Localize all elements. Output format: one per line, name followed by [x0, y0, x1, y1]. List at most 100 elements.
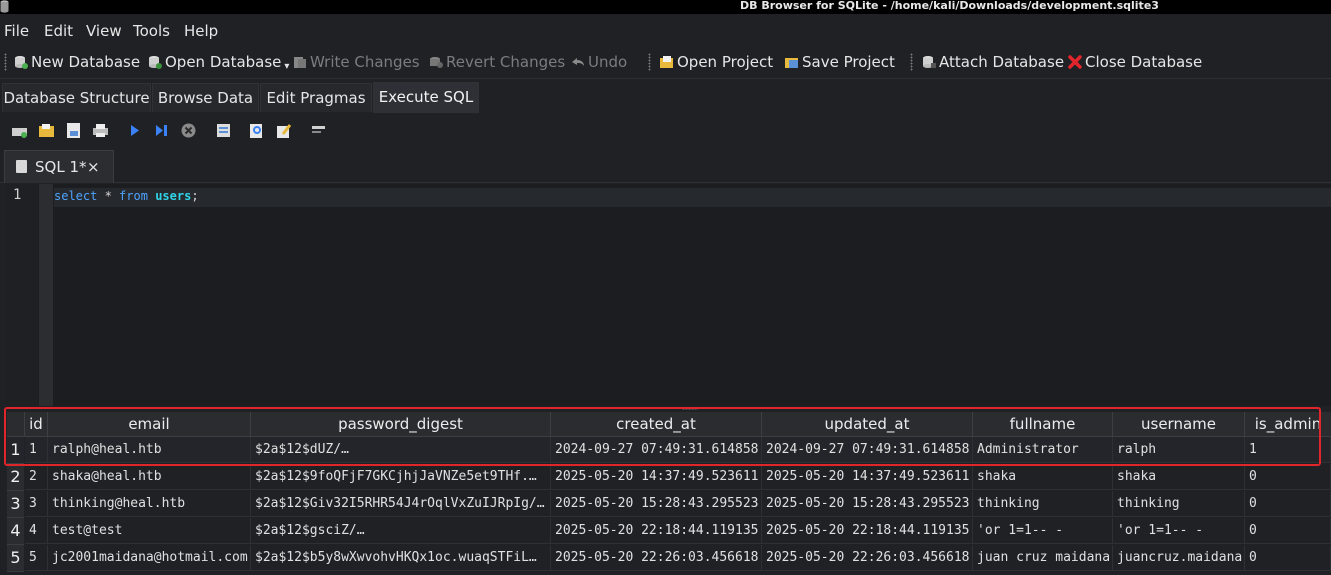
cell-updated-at[interactable]: 2025-05-20 22:18:44.119135: [762, 518, 973, 544]
comment-lines-icon[interactable]: [310, 122, 327, 139]
cell-fullname[interactable]: juan cruz maidana: [973, 545, 1113, 571]
main-toolbar: New Database Open Database ▾ Write Chang…: [0, 46, 1331, 79]
cell-created-at[interactable]: 2025-05-20 14:37:49.523611: [551, 464, 762, 490]
open-database-icon: [149, 56, 162, 69]
write-changes-button[interactable]: Write Changes: [292, 51, 420, 73]
save-results-view-icon[interactable]: [215, 122, 232, 139]
cell-password-digest[interactable]: $2a$12$dUZ/…: [251, 437, 551, 463]
cell-username[interactable]: ralph: [1113, 437, 1245, 463]
cell-email[interactable]: jc2001maidana@hotmail.com: [48, 545, 251, 571]
menu-tools[interactable]: Tools: [133, 22, 170, 40]
cell-id[interactable]: 3: [25, 491, 48, 517]
cell-username[interactable]: 'or 1=1-- -: [1113, 518, 1245, 544]
execute-current-line-icon[interactable]: [153, 122, 170, 139]
cell-is-admin[interactable]: 0: [1245, 491, 1331, 517]
database-app-icon: [0, 0, 9, 13]
cell-email[interactable]: test@test: [48, 518, 251, 544]
row-number-header[interactable]: 5: [7, 545, 24, 572]
cell-updated-at[interactable]: 2025-05-20 22:26:03.456618: [762, 545, 973, 571]
stop-execution-icon[interactable]: [180, 122, 197, 139]
tab-execute-sql[interactable]: Execute SQL: [373, 82, 479, 113]
tab-sql-1[interactable]: SQL 1* ×: [4, 150, 114, 183]
close-database-button[interactable]: Close Database: [1067, 51, 1202, 73]
row-number-header[interactable]: 4: [7, 518, 24, 545]
menu-view[interactable]: View: [86, 22, 122, 40]
save-sql-file-icon[interactable]: [65, 122, 82, 139]
cell-password-digest[interactable]: $2a$12$b5y8wXwvohvHKQx1oc.wuaqSTFiL…: [251, 545, 551, 571]
cell-is-admin[interactable]: 0: [1245, 545, 1331, 571]
chevron-down-icon[interactable]: ▾: [284, 61, 289, 72]
open-database-button[interactable]: Open Database ▾: [147, 51, 289, 73]
row-number-header[interactable]: 2: [7, 464, 24, 491]
cell-is-admin[interactable]: 1: [1245, 437, 1331, 463]
results-grid[interactable]: id email password_digest created_at upda…: [0, 412, 1331, 575]
cell-updated-at[interactable]: 2025-05-20 15:28:43.295523: [762, 491, 973, 517]
find-replace-icon[interactable]: [275, 122, 292, 139]
column-header-created-at[interactable]: created_at: [551, 412, 762, 437]
column-header-username[interactable]: username: [1113, 412, 1245, 437]
cell-is-admin[interactable]: 0: [1245, 464, 1331, 490]
cell-email[interactable]: shaka@heal.htb: [48, 464, 251, 490]
cell-fullname[interactable]: Administrator: [973, 437, 1113, 463]
save-project-button[interactable]: Save Project: [784, 51, 895, 73]
cell-updated-at[interactable]: 2024-09-27 07:49:31.614858: [762, 437, 973, 463]
splitter-handle[interactable]: [682, 408, 698, 410]
open-project-button[interactable]: Open Project: [659, 51, 773, 73]
open-tab-icon[interactable]: [11, 122, 28, 139]
open-database-label: Open Database: [165, 53, 282, 71]
cell-password-digest[interactable]: $2a$12$gsciZ/…: [251, 518, 551, 544]
cell-username[interactable]: thinking: [1113, 491, 1245, 517]
revert-changes-button[interactable]: Revert Changes: [428, 51, 565, 73]
cell-fullname[interactable]: shaka: [973, 464, 1113, 490]
row-number-header[interactable]: 3: [7, 491, 24, 518]
cell-password-digest[interactable]: $2a$12$Giv32I5RHR54J4rOqlVxZuIJRpIg/…: [251, 491, 551, 517]
cell-username[interactable]: juancruz.maidana: [1113, 545, 1245, 571]
cell-fullname[interactable]: thinking: [973, 491, 1113, 517]
execute-all-icon[interactable]: [126, 122, 143, 139]
undo-button[interactable]: Undo: [570, 51, 627, 73]
document-icon: [16, 160, 27, 173]
cell-id[interactable]: 2: [25, 464, 48, 490]
tab-edit-pragmas[interactable]: Edit Pragmas: [260, 83, 372, 112]
tab-database-structure[interactable]: Database Structure: [2, 83, 151, 112]
cell-created-at[interactable]: 2025-05-20 22:26:03.456618: [551, 545, 762, 571]
cell-password-digest[interactable]: $2a$12$9foQFjF7GKCjhjJaVNZe5et9THf.…: [251, 464, 551, 490]
print-icon[interactable]: [92, 122, 109, 139]
column-header-id[interactable]: id: [25, 412, 48, 437]
new-database-button[interactable]: New Database: [13, 51, 140, 73]
cell-updated-at[interactable]: 2025-05-20 14:37:49.523611: [762, 464, 973, 490]
column-header-is-admin[interactable]: is_admin: [1245, 412, 1331, 437]
row-number-header[interactable]: 1: [7, 437, 24, 464]
menu-edit[interactable]: Edit: [44, 22, 73, 40]
cell-username[interactable]: shaka: [1113, 464, 1245, 490]
cell-id[interactable]: 1: [25, 437, 48, 463]
toolbar-grip-2[interactable]: [648, 53, 651, 71]
cell-created-at[interactable]: 2025-05-20 15:28:43.295523: [551, 491, 762, 517]
cell-is-admin[interactable]: 0: [1245, 518, 1331, 544]
cell-email[interactable]: ralph@heal.htb: [48, 437, 251, 463]
close-database-label: Close Database: [1085, 53, 1203, 71]
cell-id[interactable]: 4: [25, 518, 48, 544]
toolbar-grip-3[interactable]: [910, 53, 913, 71]
column-header-email[interactable]: email: [48, 412, 251, 437]
menu-file[interactable]: File: [4, 22, 29, 40]
open-sql-file-icon[interactable]: [38, 122, 55, 139]
close-tab-icon[interactable]: ×: [87, 151, 100, 183]
column-header-password-digest[interactable]: password_digest: [251, 412, 551, 437]
menu-help[interactable]: Help: [184, 22, 218, 40]
find-text-icon[interactable]: [248, 122, 265, 139]
revert-changes-label: Revert Changes: [446, 53, 566, 71]
attach-database-button[interactable]: Attach Database: [921, 51, 1064, 73]
cell-fullname[interactable]: 'or 1=1-- -: [973, 518, 1113, 544]
cell-id[interactable]: 5: [25, 545, 48, 571]
cell-email[interactable]: thinking@heal.htb: [48, 491, 251, 517]
column-header-fullname[interactable]: fullname: [973, 412, 1113, 437]
sql-query-text[interactable]: select * from users;: [54, 189, 199, 203]
toolbar-grip[interactable]: [4, 53, 7, 71]
column-header-updated-at[interactable]: updated_at: [762, 412, 973, 437]
cell-created-at[interactable]: 2024-09-27 07:49:31.614858: [551, 437, 762, 463]
tab-browse-data[interactable]: Browse Data: [152, 83, 259, 112]
corner-header[interactable]: [7, 412, 25, 437]
sql-editor[interactable]: 1 select * from users;: [6, 184, 1331, 406]
cell-created-at[interactable]: 2025-05-20 22:18:44.119135: [551, 518, 762, 544]
